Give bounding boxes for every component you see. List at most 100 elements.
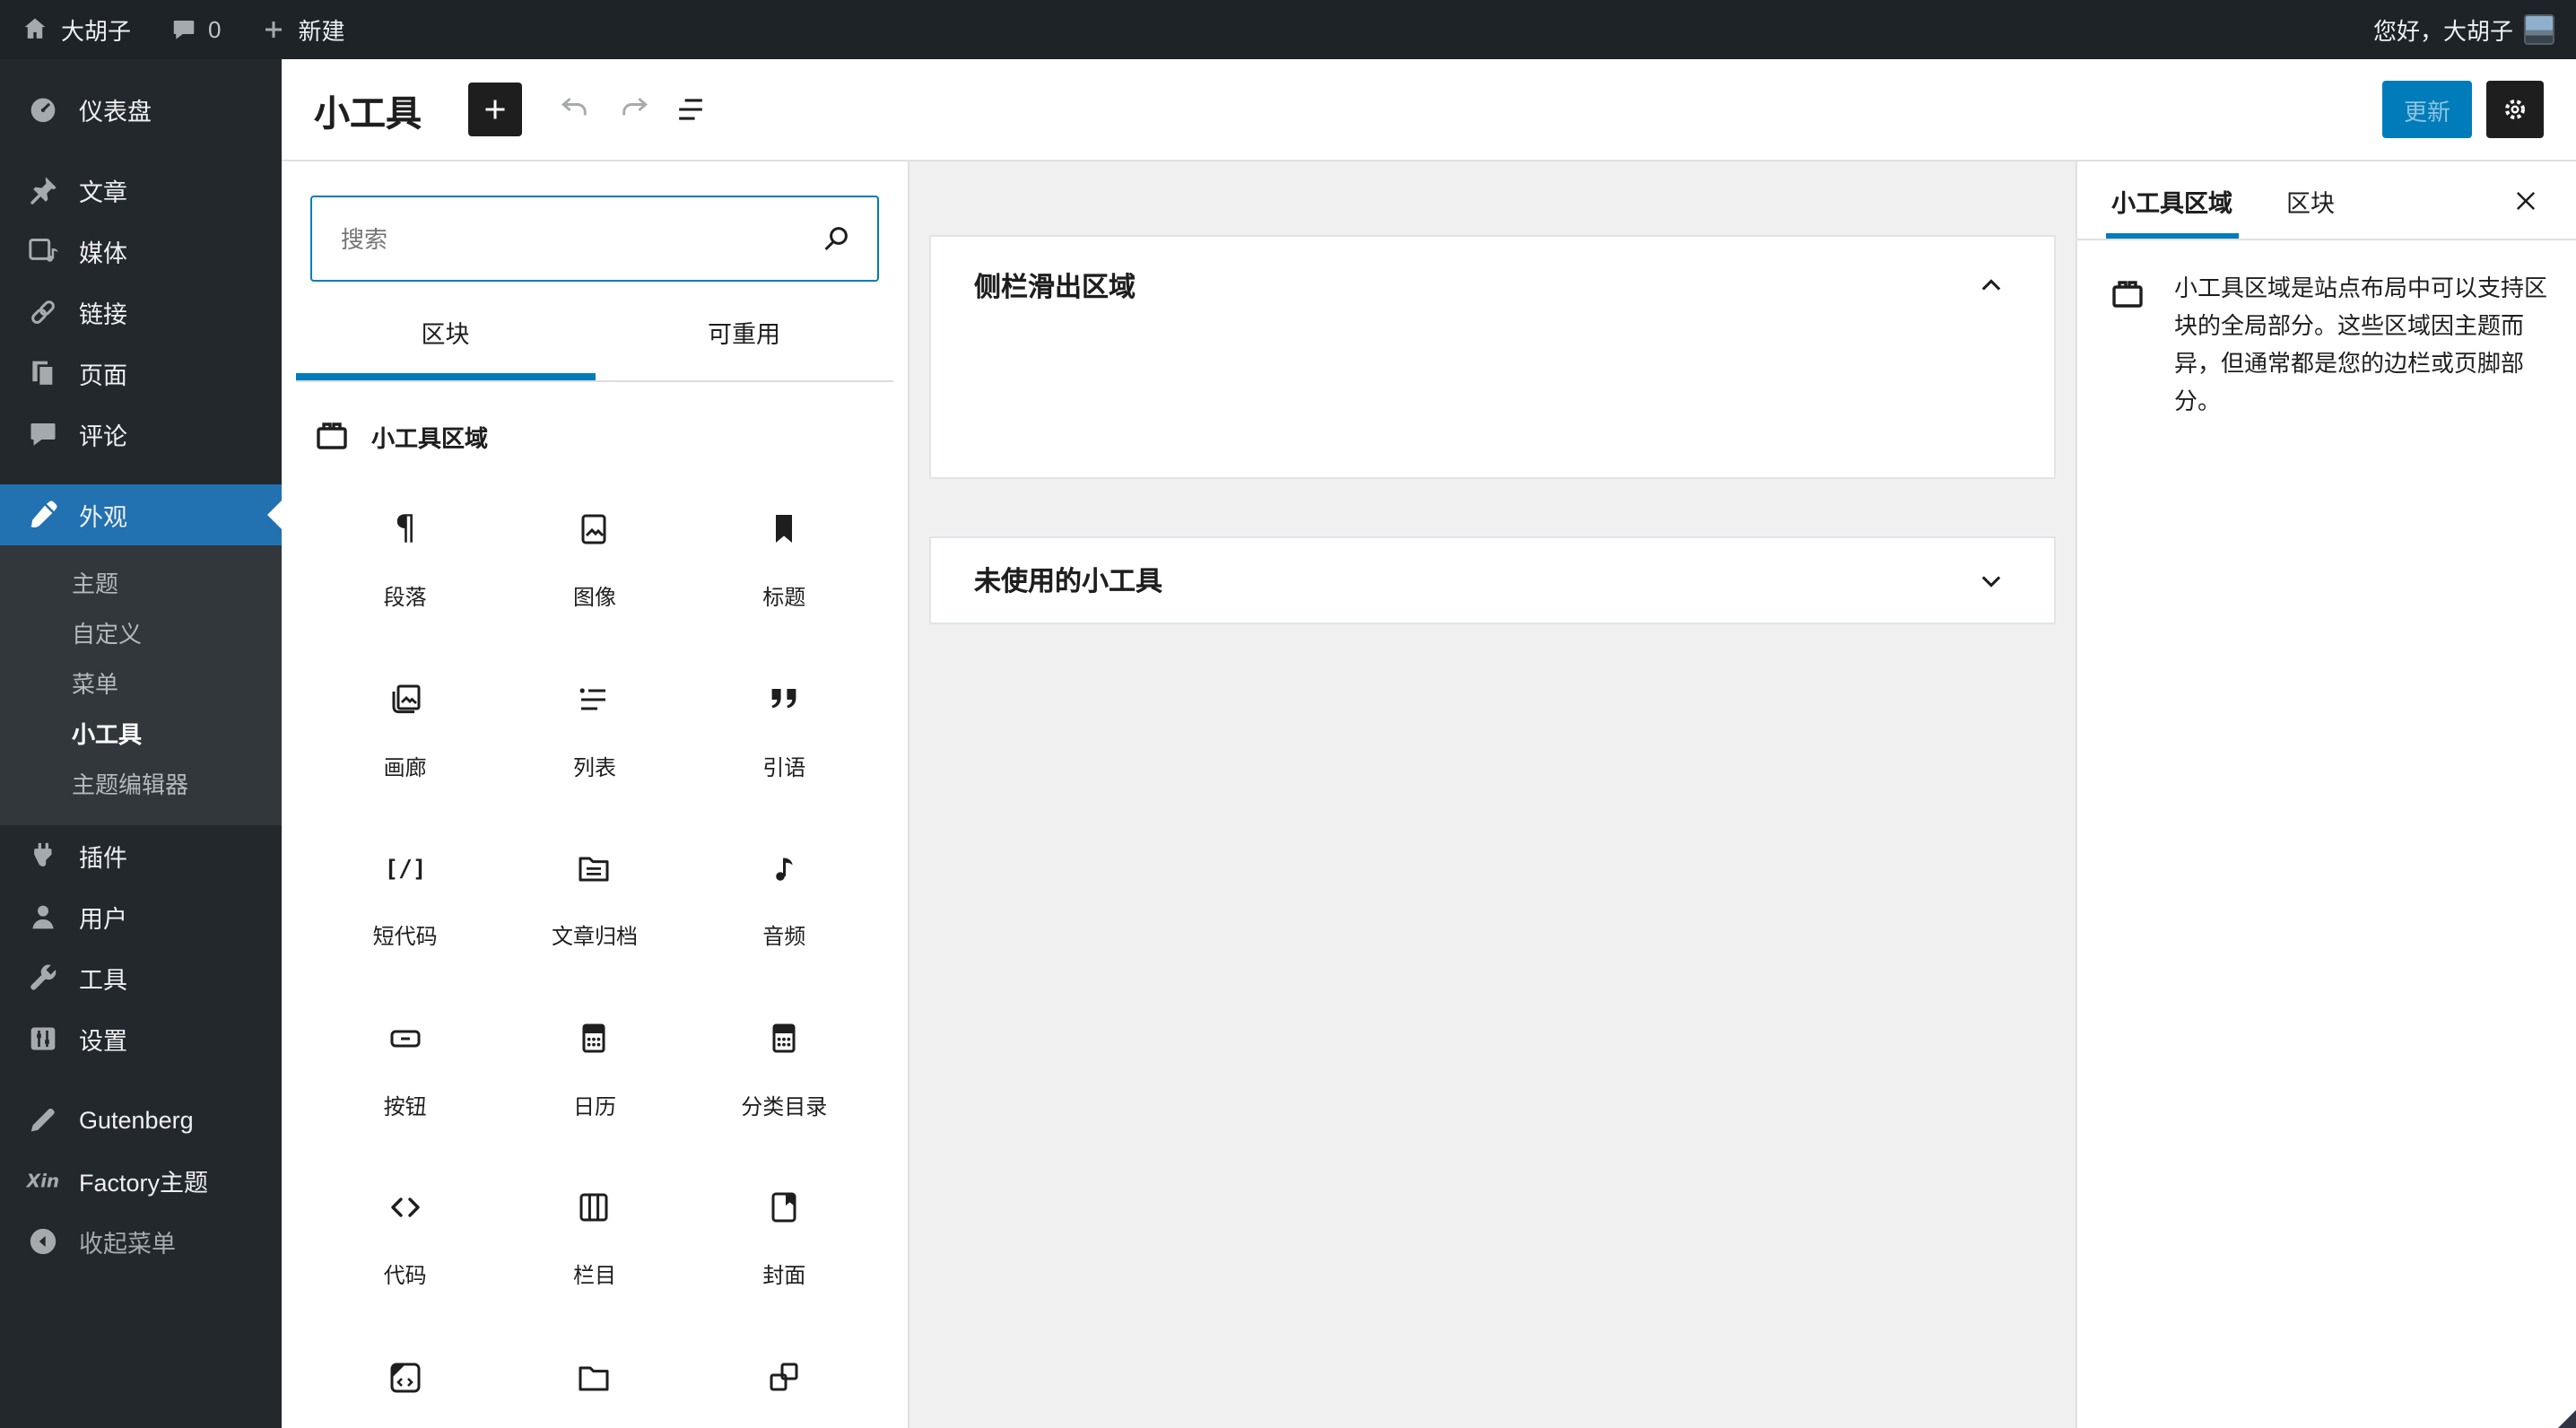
block-label: 文章归档 (551, 924, 638, 949)
block-item[interactable]: 音频 (690, 832, 879, 1002)
block-item[interactable]: 文章归档 (500, 832, 689, 1002)
sidebar-item-label: 收起菜单 (79, 1231, 176, 1258)
my-account-link[interactable]: 您好，大胡子 (2354, 0, 2576, 59)
inserter-tabs: 区块 可重用 (296, 282, 893, 382)
plus-icon (485, 100, 505, 119)
block-label: 代码 (383, 1263, 427, 1288)
new-label: 新建 (298, 18, 345, 45)
sidebar-subitem-customize[interactable]: 自定义 (0, 606, 282, 657)
sliders-icon (25, 1021, 61, 1057)
sidebar-item-users[interactable]: 用户 (0, 886, 282, 947)
block-item[interactable]: 代码 (310, 1171, 500, 1341)
cursor-artifact (2558, 1410, 2576, 1428)
comment-bubble-icon (173, 21, 195, 39)
gallery-icon (384, 677, 427, 720)
update-button[interactable]: 更新 (2381, 81, 2472, 138)
sidebar-item-comments[interactable]: 评论 (0, 404, 282, 465)
block-item[interactable]: 按钮 (310, 1002, 500, 1171)
sidebar-item-collapse-menu[interactable]: 收起菜单 (0, 1211, 282, 1272)
block-item[interactable]: 段落 (310, 493, 500, 663)
inactive-widgets-panel: 未使用的小工具 (929, 536, 2056, 624)
undo-button[interactable] (547, 81, 605, 138)
list-view-button[interactable] (662, 81, 719, 138)
chevron-up-icon (1971, 266, 2011, 305)
tab-reusable[interactable]: 可重用 (595, 282, 893, 380)
block-item[interactable]: 标题 (690, 493, 879, 663)
inactive-widgets-panel-toggle[interactable]: 未使用的小工具 (931, 538, 2054, 623)
redo-button[interactable] (605, 81, 662, 138)
sidebar-item-settings[interactable]: 设置 (0, 1008, 282, 1069)
block-item[interactable]: 分类目录 (690, 1002, 879, 1171)
code-icon (384, 1186, 427, 1229)
block-item[interactable]: 封面 (690, 1171, 879, 1341)
sidebar-item-gutenberg[interactable]: Gutenberg (0, 1089, 282, 1150)
block-search-input[interactable] (310, 196, 879, 282)
block-item[interactable]: 列表 (500, 663, 689, 832)
wrench-icon (25, 960, 61, 996)
sidebar-subitem-menus[interactable]: 菜单 (0, 657, 282, 707)
widget-area-panel-toggle[interactable]: 侧栏滑出区域 (931, 237, 2054, 305)
tab-blocks[interactable]: 区块 (296, 282, 595, 380)
greeting: 您好，大胡子 (2372, 18, 2513, 45)
site-home-link[interactable]: 大胡子 (0, 0, 151, 59)
block-label: 音频 (762, 924, 806, 949)
sidebar-subitem-widgets[interactable]: 小工具 (0, 707, 282, 757)
inactive-widgets-title: 未使用的小工具 (974, 567, 1163, 597)
sidebar-item-appearance[interactable]: 外观 (0, 484, 282, 545)
chain-link-icon (25, 294, 61, 330)
settings-sidebar: 小工具区域 区块 小工具区域是站点布局中可以支持区块的全局部分。这些区域因主题而… (2076, 161, 2576, 1428)
block-label: 画廊 (383, 754, 427, 779)
comment-bubble-icon (25, 416, 61, 452)
block-item[interactable]: 日历 (500, 1002, 689, 1171)
block-item[interactable]: 图像 (500, 493, 689, 663)
block-label: 分类目录 (741, 1093, 828, 1119)
block-item[interactable] (500, 1341, 689, 1428)
widget-area-icon (310, 414, 353, 457)
page-title: 小工具 (314, 94, 422, 134)
sidebar-item-pages[interactable]: 页面 (0, 343, 282, 404)
sidebar-subitem-theme-editor[interactable]: 主题编辑器 (0, 757, 282, 807)
tab-widget-area[interactable]: 小工具区域 (2106, 161, 2238, 239)
sidebar-item-label: Gutenberg (79, 1106, 194, 1133)
search-icon (814, 217, 857, 269)
block-search (310, 196, 879, 282)
comments-shortcut[interactable]: 0 (151, 0, 240, 59)
list-view-icon (679, 99, 702, 120)
block-item[interactable]: 引语 (690, 663, 879, 832)
sidebar-item-tools[interactable]: 工具 (0, 947, 282, 1008)
button-icon (384, 1016, 427, 1059)
sidebar-item-xin-factory-theme[interactable]: Xin Factory主题 (0, 1150, 282, 1211)
block-item[interactable]: 画廊 (310, 663, 500, 832)
widgets-canvas: 侧栏滑出区域 未使用的小工具 (909, 161, 2076, 1428)
svg-text:Xin: Xin (25, 1171, 59, 1192)
audio-icon (762, 847, 805, 890)
sidebar-item-label: 评论 (79, 423, 127, 450)
sidebar-item-posts[interactable]: 文章 (0, 160, 282, 221)
close-icon (2516, 190, 2536, 210)
sidebar-item-plugins[interactable]: 插件 (0, 825, 282, 886)
site-name: 大胡子 (61, 18, 132, 45)
sidebar-item-links[interactable]: 链接 (0, 282, 282, 343)
sidebar-item-label: 媒体 (79, 240, 127, 267)
sidebar-subitem-themes[interactable]: 主题 (0, 556, 282, 606)
block-label: 日历 (572, 1093, 616, 1119)
block-item[interactable]: 短代码 (310, 832, 500, 1002)
close-settings-button[interactable] (2497, 171, 2554, 229)
sidebar-item-media[interactable]: 媒体 (0, 221, 282, 282)
block-item[interactable] (690, 1341, 879, 1428)
widget-area-title: 侧栏滑出区域 (974, 272, 1136, 302)
settings-toggle-button[interactable] (2486, 81, 2544, 138)
admin-bar: 大胡子 0 新建 您好，大胡子 (0, 0, 2576, 59)
new-content-link[interactable]: 新建 (241, 0, 365, 59)
block-item[interactable]: 栏目 (500, 1171, 689, 1341)
archives-icon (573, 847, 616, 890)
tab-block[interactable]: 区块 (2281, 161, 2340, 239)
block-inserter-toggle-button[interactable] (468, 83, 522, 136)
block-inserter-panel: 区块 可重用 小工具区域 段落 图像 标题画廊 列表 引语短代码 文章归档 音频按钮 日历 分类… (282, 161, 909, 1428)
sidebar-item-dashboard[interactable]: 仪表盘 (0, 79, 282, 140)
paragraph-icon (384, 508, 427, 551)
sidebar-item-label: 页面 (79, 362, 127, 389)
block-label: 引语 (762, 754, 806, 779)
block-category-label: 小工具区域 (371, 424, 489, 451)
block-item[interactable] (310, 1341, 500, 1428)
